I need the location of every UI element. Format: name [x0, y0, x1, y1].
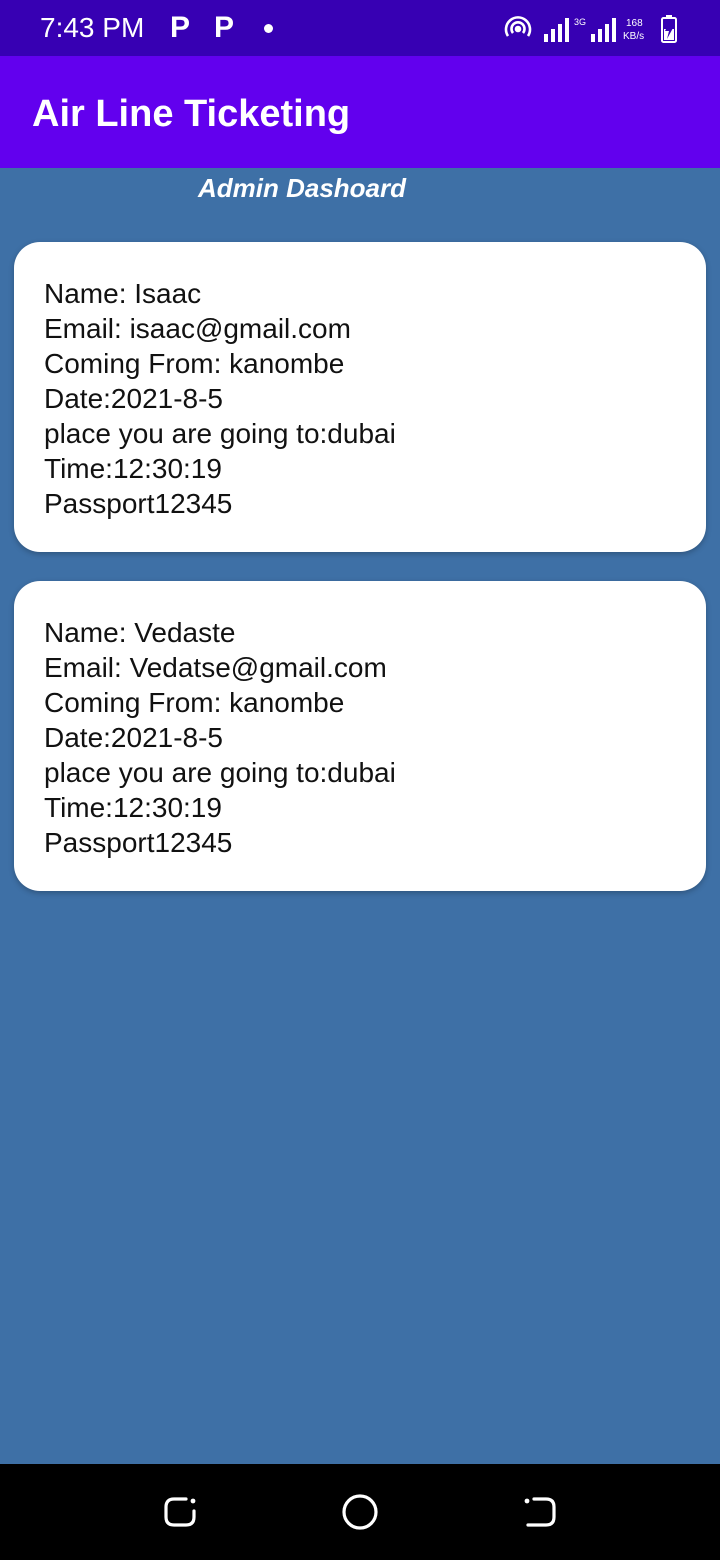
- ticket-destination: place you are going to:dubai: [44, 757, 396, 788]
- speed-value: 168: [626, 18, 643, 29]
- network-type: 3G: [574, 17, 586, 27]
- ticket-email: Email: isaac@gmail.com: [44, 313, 351, 344]
- ticket-passport: Passport12345: [44, 827, 233, 858]
- dashboard-title: Admin Dashoard: [197, 173, 407, 203]
- battery-charging-icon: [661, 15, 677, 43]
- status-icons: 3G 168 KB/s: [504, 15, 677, 43]
- status-time: 7:43 PM: [40, 12, 145, 43]
- ticket-time: Time:12:30:19: [44, 792, 222, 823]
- back-icon[interactable]: [520, 1492, 560, 1532]
- ticket-origin: Coming From: kanombe: [44, 687, 345, 718]
- ticket-details: Name: Isaac Email: isaac@gmail.com Comin…: [44, 276, 396, 521]
- dot-icon: [264, 24, 273, 33]
- ticket-card[interactable]: Name: Isaac Email: isaac@gmail.com Comin…: [14, 242, 706, 552]
- navigation-bar: [0, 1464, 720, 1560]
- speed-unit: KB/s: [623, 31, 644, 42]
- home-icon[interactable]: [340, 1492, 380, 1532]
- ticket-destination: place you are going to:dubai: [44, 418, 396, 449]
- signal-icon: [591, 18, 616, 42]
- ticket-name: Name: Isaac: [44, 278, 202, 309]
- ticket-details: Name: Vedaste Email: Vedatse@gmail.com C…: [44, 615, 396, 860]
- recent-apps-icon[interactable]: [160, 1492, 200, 1532]
- app-bar: Air Line Ticketing: [0, 56, 720, 168]
- ticket-card[interactable]: Name: Vedaste Email: Vedatse@gmail.com C…: [14, 581, 706, 891]
- signal-icon: [544, 18, 569, 42]
- ticket-time: Time:12:30:19: [44, 453, 222, 484]
- parking-p-icon: P: [214, 11, 235, 44]
- ticket-passport: Passport12345: [44, 488, 233, 519]
- ticket-date: Date:2021-8-5: [44, 383, 224, 414]
- ticket-name: Name: Vedaste: [44, 617, 236, 648]
- ticket-origin: Coming From: kanombe: [44, 348, 345, 379]
- status-bar: 7:43 PM P P 3G 168 KB/s: [0, 0, 720, 56]
- parking-p-icon: P: [170, 11, 191, 44]
- hotspot-icon: [504, 16, 532, 37]
- ticket-email: Email: Vedatse@gmail.com: [44, 652, 387, 683]
- ticket-date: Date:2021-8-5: [44, 722, 224, 753]
- app-title: Air Line Ticketing: [32, 93, 351, 135]
